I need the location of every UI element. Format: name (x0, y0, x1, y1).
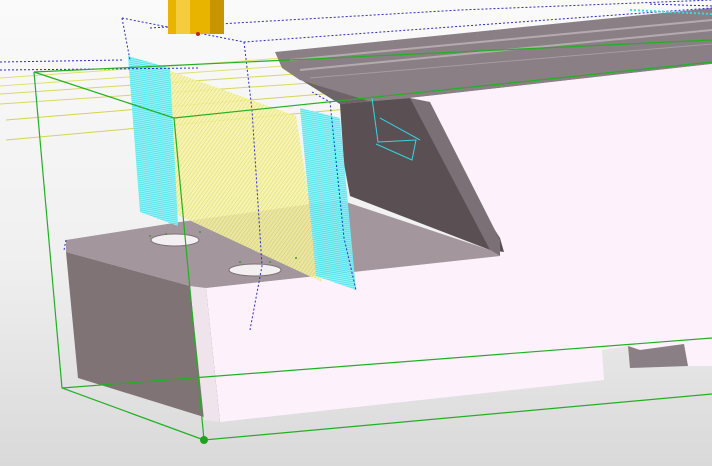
cam-scene[interactable] (0, 0, 712, 466)
hole-1 (150, 233, 200, 247)
3d-viewport[interactable] (0, 0, 712, 466)
origin-marker[interactable] (200, 436, 208, 444)
hole-2 (228, 263, 282, 277)
tool-tip (196, 32, 200, 36)
cutting-tool[interactable] (168, 0, 224, 36)
toolpath-cyan-left[interactable] (128, 56, 178, 226)
